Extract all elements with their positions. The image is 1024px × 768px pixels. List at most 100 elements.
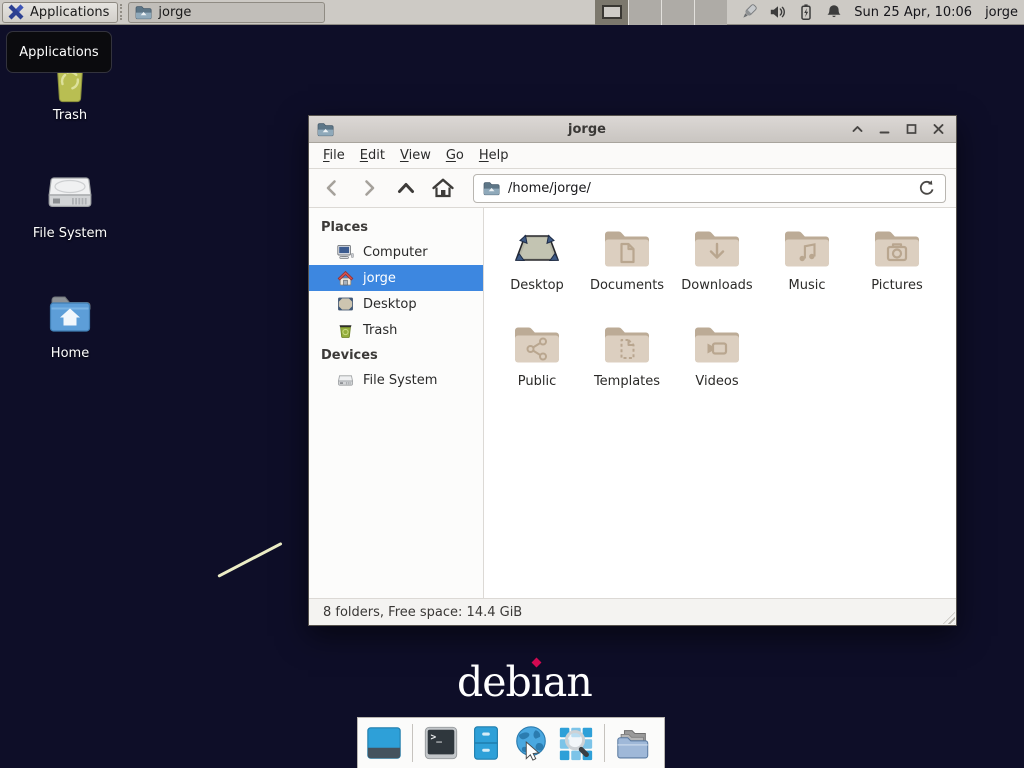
minimize-button[interactable] [874, 120, 894, 138]
workspace-3[interactable] [661, 0, 694, 25]
desktop-icon-label: File System [33, 226, 107, 241]
up-button[interactable] [393, 175, 419, 201]
sidebar-item-trash[interactable]: Trash [309, 317, 483, 343]
dock-separator [412, 724, 413, 762]
workspace-2[interactable] [628, 0, 661, 25]
video-folder-icon [693, 323, 741, 367]
clipboard-manager-icon[interactable] [739, 2, 759, 22]
show-desktop-icon[interactable] [364, 722, 404, 764]
sidebar-item-label: Computer [363, 245, 428, 260]
home-icon [337, 270, 354, 286]
file-label: Templates [594, 374, 660, 389]
computer-icon [337, 244, 354, 260]
path-bar[interactable]: /home/jorge/ [473, 174, 946, 203]
file-label: Videos [695, 374, 738, 389]
workspace-4[interactable] [694, 0, 727, 25]
file-label: Documents [590, 278, 664, 293]
tooltip-text: Applications [19, 45, 98, 60]
dock-separator [604, 724, 605, 762]
close-button[interactable] [928, 120, 948, 138]
sidebar-item-label: File System [363, 373, 437, 388]
menu-file[interactable]: File [323, 148, 345, 163]
sidebar: PlacesComputerjorgeDesktopTrashDevicesFi… [309, 208, 484, 598]
terminal-icon[interactable]: >_ [421, 722, 461, 764]
sidebar-item-file-system[interactable]: File System [309, 367, 483, 393]
path-text[interactable]: /home/jorge/ [508, 181, 910, 196]
menu-go[interactable]: Go [446, 148, 464, 163]
file-downloads[interactable]: Downloads [672, 225, 762, 321]
debian-logo: debıan [457, 658, 592, 706]
maximize-button[interactable] [901, 120, 921, 138]
window-folder-icon [317, 122, 334, 137]
workspace-1[interactable] [595, 0, 628, 25]
file-templates[interactable]: Templates [582, 321, 672, 417]
battery-icon[interactable] [797, 3, 815, 21]
home-button[interactable] [430, 175, 456, 201]
download-folder-icon [693, 227, 741, 271]
trash-small-icon [337, 322, 354, 338]
window-content: PlacesComputerjorgeDesktopTrashDevicesFi… [309, 208, 956, 598]
desktop-line-artifact [217, 542, 282, 578]
sidebar-item-jorge[interactable]: jorge [309, 265, 483, 291]
window-titlebar[interactable]: jorge [309, 116, 956, 143]
svg-text:>_: >_ [431, 732, 443, 743]
sidebar-item-computer[interactable]: Computer [309, 239, 483, 265]
desktop-small-icon [337, 296, 354, 312]
web-browser-icon[interactable] [511, 722, 551, 764]
clock[interactable]: Sun 25 Apr, 10:06 [854, 5, 972, 20]
file-videos[interactable]: Videos [672, 321, 762, 417]
xfce-applications-icon [7, 3, 25, 21]
file-documents[interactable]: Documents [582, 225, 672, 321]
system-tray [739, 2, 843, 22]
status-text: 8 folders, Free space: 14.4 GiB [323, 605, 522, 620]
file-list: Desktop Documents Downloads Music Pictures Pu… [484, 208, 956, 598]
music-folder-icon [783, 227, 831, 271]
applications-tooltip: Applications [6, 31, 112, 73]
workspace-switcher[interactable] [595, 0, 727, 25]
file-desktop[interactable]: Desktop [492, 225, 582, 321]
menu-view[interactable]: View [400, 148, 431, 163]
panel-user-label[interactable]: jorge [985, 5, 1018, 20]
file-pictures[interactable]: Pictures [852, 225, 942, 321]
file-label: Downloads [681, 278, 752, 293]
sidebar-item-desktop[interactable]: Desktop [309, 291, 483, 317]
notifications-bell-icon[interactable] [825, 3, 843, 21]
top-panel: Applications jorge Sun 25 Apr, 10:06 jor… [0, 0, 1024, 25]
resize-grip[interactable] [943, 612, 955, 624]
desktop-icon-file-system[interactable]: File System [10, 171, 130, 241]
applications-menu-button[interactable]: Applications [2, 2, 118, 23]
menu-help[interactable]: Help [479, 148, 509, 163]
forward-button[interactable] [356, 175, 382, 201]
reload-button[interactable] [918, 179, 936, 197]
sidebar-header-places: Places [309, 215, 483, 239]
file-music[interactable]: Music [762, 225, 852, 321]
file-manager-icon[interactable] [466, 722, 506, 764]
path-folder-icon [483, 181, 500, 196]
drive-icon [46, 171, 94, 221]
panel-handle[interactable] [120, 4, 125, 20]
volume-icon[interactable] [769, 3, 787, 21]
desktop-icon-label: Home [51, 346, 89, 361]
taskbar-item-jorge[interactable]: jorge [128, 2, 325, 23]
camera-folder-icon [873, 227, 921, 271]
desktop-icon-home[interactable]: Home [10, 291, 130, 361]
file-label: Public [518, 374, 556, 389]
home-folder-icon [46, 291, 94, 341]
directory-menu-icon[interactable] [613, 722, 653, 764]
sidebar-item-label: jorge [363, 271, 396, 286]
file-manager-window[interactable]: jorge File Edit View Go Help /home/jorge/ Pl… [308, 115, 957, 626]
app-finder-icon[interactable] [556, 722, 596, 764]
document-folder-icon [603, 227, 651, 271]
taskbar-item-label: jorge [158, 5, 191, 20]
back-button[interactable] [319, 175, 345, 201]
menu-edit[interactable]: Edit [360, 148, 385, 163]
share-folder-icon [513, 323, 561, 367]
file-label: Pictures [871, 278, 922, 293]
file-label: Desktop [510, 278, 564, 293]
window-controls [840, 120, 948, 138]
menu-bar: File Edit View Go Help [309, 143, 956, 169]
window-title: jorge [334, 122, 840, 137]
shade-button[interactable] [847, 120, 867, 138]
file-public[interactable]: Public [492, 321, 582, 417]
folder-icon [135, 5, 152, 20]
